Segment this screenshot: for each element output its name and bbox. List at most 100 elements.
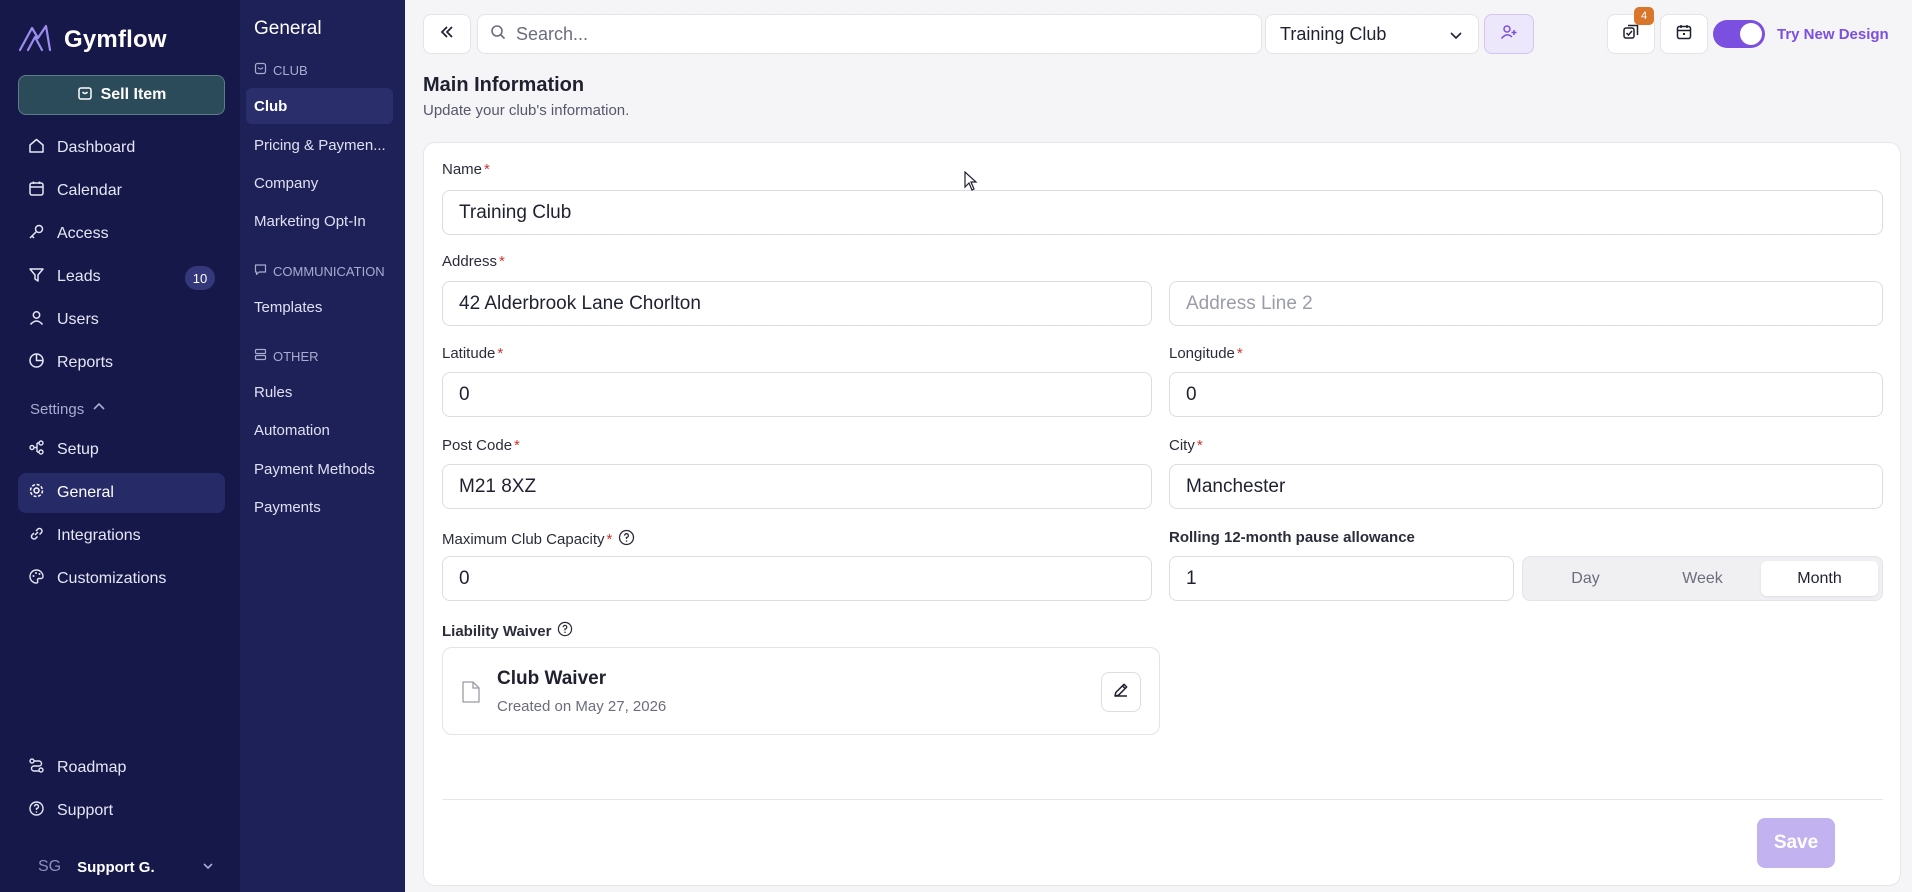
segment-day[interactable]: Day (1527, 561, 1644, 596)
address-line2-field[interactable]: Address Line 2 (1169, 281, 1883, 326)
search-bar[interactable] (477, 14, 1262, 54)
label-text: City (1169, 437, 1195, 454)
search-input[interactable] (516, 23, 1216, 45)
chevron-down-icon (201, 859, 215, 877)
edit-waiver-button[interactable] (1101, 672, 1141, 712)
gymflow-logo-icon (18, 24, 52, 56)
nav-label: Access (57, 225, 109, 242)
bag-icon (77, 85, 93, 106)
segment-week[interactable]: Week (1644, 561, 1761, 596)
subnav-item-marketing-opt-in[interactable]: Marketing Opt-In (246, 203, 393, 239)
nav-item-calendar[interactable]: Calendar (18, 171, 225, 211)
notification-count-badge: 4 (1634, 7, 1654, 25)
latitude-label: Latitude * (442, 345, 503, 362)
subnav-item-payments[interactable]: Payments (246, 489, 393, 525)
sidebar: Gymflow Sell Item Dashboard Calendar Acc… (0, 0, 240, 892)
longitude-field[interactable]: 0 (1169, 372, 1883, 417)
name-label: Name * (442, 161, 490, 178)
club-selector[interactable]: Training Club (1265, 14, 1479, 54)
city-field[interactable]: Manchester (1169, 464, 1883, 509)
user-menu[interactable]: SG Support G. (18, 852, 225, 882)
postcode-field[interactable]: M21 8XZ (442, 464, 1152, 509)
tasks-button[interactable]: 4 (1607, 7, 1655, 54)
subnav-item-payment-methods[interactable]: Payment Methods (246, 451, 393, 487)
postcode-label: Post Code * (442, 437, 520, 454)
address-label: Address * (442, 253, 505, 270)
subnav-item-company[interactable]: Company (246, 165, 393, 201)
pause-allowance-field[interactable]: 1 (1169, 556, 1514, 601)
city-label: City * (1169, 437, 1203, 454)
club-section-icon (254, 62, 267, 78)
help-circle-icon[interactable] (618, 529, 635, 550)
message-icon (254, 263, 267, 279)
palette-icon (28, 568, 45, 590)
nav-item-general[interactable]: General (18, 473, 225, 513)
add-user-button[interactable] (1484, 14, 1534, 54)
section-title: COMMUNICATION (273, 263, 385, 279)
file-icon (461, 680, 481, 708)
subnav-item-rules[interactable]: Rules (246, 374, 393, 410)
settings-section-toggle[interactable]: Settings (30, 400, 106, 418)
save-button[interactable]: Save (1757, 818, 1835, 868)
collapse-sidebar-button[interactable] (423, 14, 471, 54)
section-title: CLUB (273, 62, 308, 78)
brand-logo[interactable]: Gymflow (18, 24, 167, 56)
subnav-item-automation[interactable]: Automation (246, 412, 393, 448)
latitude-field[interactable]: 0 (442, 372, 1152, 417)
nav-item-users[interactable]: Users (18, 300, 225, 340)
subnav-section-communication: COMMUNICATION (254, 263, 385, 279)
subnav-section-other: OTHER (254, 348, 319, 364)
page-title: Main Information (423, 74, 585, 96)
label-text: Address (442, 253, 498, 270)
nav-item-support[interactable]: Support (18, 791, 225, 831)
setup-icon (28, 439, 45, 461)
nav-item-integrations[interactable]: Integrations (18, 516, 225, 556)
segment-month[interactable]: Month (1761, 561, 1878, 596)
subnav-item-pricing-payments[interactable]: Pricing & Paymen... (246, 127, 393, 163)
waiver-title: Club Waiver (497, 668, 607, 689)
mouse-cursor-icon (964, 170, 978, 195)
name-field[interactable]: Training Club (442, 190, 1883, 235)
pause-allowance-label: Rolling 12-month pause allowance (1169, 529, 1415, 546)
checklist-icon (1622, 23, 1640, 45)
settings-label: Settings (30, 400, 85, 418)
address-line1-field[interactable]: 42 Alderbrook Lane Chorlton (442, 281, 1152, 326)
search-icon (490, 24, 506, 44)
section-title: OTHER (273, 348, 319, 364)
toggle-switch[interactable] (1713, 20, 1765, 48)
help-circle-icon[interactable] (557, 621, 573, 641)
link-icon (28, 525, 45, 547)
label-text: Name (442, 161, 483, 178)
try-new-design-label: Try New Design (1777, 25, 1889, 43)
nav-item-leads[interactable]: Leads 10 (18, 257, 225, 297)
sell-item-button[interactable]: Sell Item (18, 75, 225, 115)
schedule-button[interactable] (1660, 14, 1708, 54)
capacity-label: Maximum Club Capacity * (442, 529, 635, 550)
capacity-field[interactable]: 0 (442, 556, 1152, 601)
liability-waiver-label: Liability Waiver (442, 621, 573, 641)
nav-label: Support (57, 802, 114, 819)
nav-label: Setup (57, 441, 99, 458)
pencil-icon (1112, 681, 1130, 703)
nav-item-reports[interactable]: Reports (18, 343, 225, 383)
nav-label: General (57, 484, 114, 501)
subnav-title: General (254, 18, 322, 39)
brand-name: Gymflow (64, 26, 167, 53)
subnav-item-templates[interactable]: Templates (246, 289, 393, 325)
try-new-design-toggle[interactable]: Try New Design (1713, 18, 1889, 50)
pie-chart-icon (28, 352, 45, 374)
required-mark: * (484, 161, 490, 178)
nav-item-setup[interactable]: Setup (18, 430, 225, 470)
nav-label: Dashboard (57, 139, 136, 156)
form-divider (442, 799, 1883, 800)
nav-label: Reports (57, 354, 114, 371)
required-mark: * (1196, 437, 1203, 454)
nav-label: Roadmap (57, 759, 127, 776)
nav-item-access[interactable]: Access (18, 214, 225, 254)
nav-item-customizations[interactable]: Customizations (18, 559, 225, 599)
nav-label: Customizations (57, 570, 167, 587)
subnav-item-club[interactable]: Club (246, 88, 393, 124)
nav-item-roadmap[interactable]: Roadmap (18, 748, 225, 788)
pause-unit-segmented-control: Day Week Month (1522, 556, 1883, 601)
nav-item-dashboard[interactable]: Dashboard (18, 128, 225, 168)
